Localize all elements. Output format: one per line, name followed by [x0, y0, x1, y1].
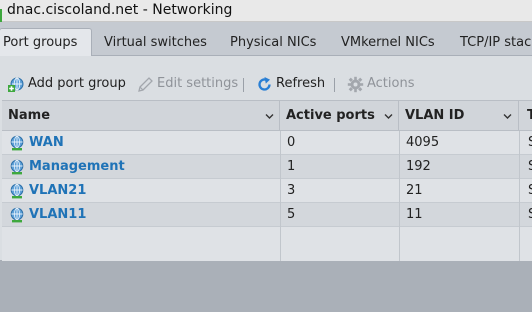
- type-cell: S: [519, 155, 532, 178]
- actions-button[interactable]: Actions: [347, 74, 415, 94]
- chevron-down-icon[interactable]: [265, 112, 274, 121]
- active-ports-cell: 3: [287, 183, 296, 198]
- port-groups-panel: Add port group Edit settings Refresh Act…: [0, 56, 532, 261]
- title-accent-bar: [0, 9, 2, 22]
- window-title: dnac.ciscoland.net - Networking: [7, 2, 233, 18]
- tab-physical-nics[interactable]: Physical NICs: [230, 29, 316, 56]
- toolbar-separator: [243, 78, 244, 92]
- port-group-name-link[interactable]: VLAN21: [2, 179, 280, 202]
- table-row[interactable]: WAN 0 4095 S: [2, 131, 532, 155]
- port-group-name: VLAN11: [29, 207, 87, 222]
- actions-label: Actions: [367, 76, 415, 91]
- port-group-name: Management: [29, 159, 125, 174]
- refresh-label: Refresh: [276, 76, 326, 91]
- toolbar: Add port group Edit settings Refresh Act…: [0, 56, 532, 100]
- tab-vmkernel-nics[interactable]: VMkernel NICs: [341, 29, 435, 56]
- column-divider: [399, 131, 400, 261]
- port-groups-table: Name Active ports VLAN ID T WAN 0 4095 M…: [2, 100, 532, 261]
- port-group-name-link[interactable]: WAN: [2, 131, 280, 154]
- type-cell: S: [519, 203, 532, 226]
- chevron-down-icon[interactable]: [503, 112, 512, 121]
- column-header-label: VLAN ID: [405, 108, 465, 123]
- port-group-name: VLAN21: [29, 183, 87, 198]
- port-group-globe-icon: [10, 135, 24, 151]
- column-header-type[interactable]: T: [519, 101, 532, 131]
- tab-port-groups[interactable]: Port groups: [0, 28, 93, 57]
- table-row[interactable]: VLAN11 5 11 S: [2, 203, 532, 227]
- vlan-id-cell: 11: [406, 207, 423, 222]
- column-divider: [519, 131, 520, 261]
- vlan-id-cell: 4095: [406, 135, 440, 150]
- column-header-active-ports[interactable]: Active ports: [280, 101, 399, 131]
- column-header-vlan-id[interactable]: VLAN ID: [399, 101, 519, 131]
- add-port-group-icon: [8, 77, 24, 92]
- port-group-globe-icon: [10, 159, 24, 175]
- window-titlebar: dnac.ciscoland.net - Networking: [0, 0, 532, 22]
- add-port-group-button[interactable]: Add port group: [8, 74, 126, 94]
- column-header-label: Active ports: [286, 108, 375, 123]
- active-ports-cell: 5: [287, 207, 296, 222]
- refresh-icon: [258, 77, 271, 91]
- tab-virtual-switches[interactable]: Virtual switches: [104, 29, 207, 56]
- port-group-name: WAN: [29, 135, 64, 150]
- vlan-id-cell: 192: [406, 159, 431, 174]
- edit-settings-label: Edit settings: [157, 76, 239, 91]
- pencil-icon: [138, 77, 153, 92]
- refresh-button[interactable]: Refresh: [256, 74, 326, 94]
- table-row[interactable]: VLAN21 3 21 S: [2, 179, 532, 203]
- column-divider: [280, 131, 281, 261]
- active-ports-cell: 0: [287, 135, 296, 150]
- type-cell: S: [519, 179, 532, 202]
- table-header: Name Active ports VLAN ID T: [2, 100, 532, 131]
- edit-settings-button[interactable]: Edit settings: [137, 74, 238, 94]
- type-cell: S: [519, 131, 532, 154]
- port-group-name-link[interactable]: Management: [2, 155, 280, 178]
- active-ports-cell: 1: [287, 159, 296, 174]
- port-group-name-link[interactable]: VLAN11: [2, 203, 280, 226]
- column-header-name[interactable]: Name: [2, 101, 280, 131]
- chevron-down-icon[interactable]: [384, 112, 393, 121]
- vlan-id-cell: 21: [406, 183, 423, 198]
- tab-tcpip-stack[interactable]: TCP/IP stack: [460, 29, 532, 56]
- table-row[interactable]: Management 1 192 S: [2, 155, 532, 179]
- port-group-globe-icon: [10, 207, 24, 223]
- tab-strip: Port groups Virtual switches Physical NI…: [0, 22, 532, 57]
- gear-icon: [347, 76, 364, 93]
- column-header-label: Name: [8, 108, 51, 123]
- add-port-group-label: Add port group: [28, 76, 126, 91]
- column-header-label: T: [527, 108, 532, 123]
- port-group-globe-icon: [10, 183, 24, 199]
- toolbar-separator: [334, 78, 335, 92]
